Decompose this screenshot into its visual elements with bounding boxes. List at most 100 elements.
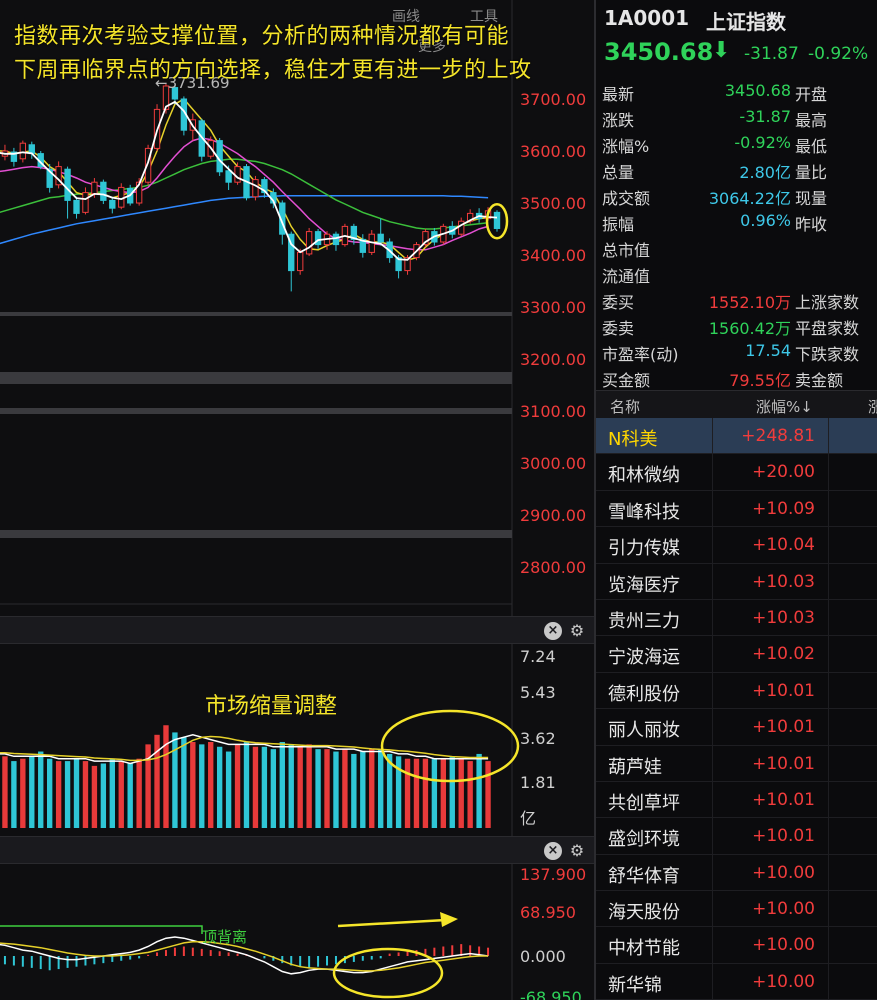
column-divider xyxy=(712,563,713,599)
column-divider xyxy=(828,891,829,927)
column-divider xyxy=(712,636,713,672)
macd-axis-label: 0.000 xyxy=(520,947,566,966)
stat-label-secondary: 开盘 xyxy=(795,85,828,104)
quote-panel: 1A0001 上证指数 3450.68 ⬇ -31.87 -0.92% 最新 34… xyxy=(594,0,877,1000)
stock-name: 丽人丽妆 xyxy=(608,720,680,742)
volume-annotation: 市场缩量调整 xyxy=(205,694,338,719)
column-divider xyxy=(828,745,829,781)
ranking-row[interactable]: 德利股份 +10.01 xyxy=(596,672,877,710)
column-divider xyxy=(828,927,829,963)
column-divider xyxy=(712,709,713,745)
stat-label: 市盈率(动) xyxy=(602,345,679,364)
gear-icon[interactable]: ⚙ xyxy=(568,842,586,860)
candle-body xyxy=(332,233,340,246)
ranking-row[interactable]: 丽人丽妆 +10.01 xyxy=(596,709,877,746)
volume-panel-header: × ⚙ xyxy=(0,616,594,644)
close-icon[interactable]: × xyxy=(544,842,562,860)
down-arrow-icon: ⬇ xyxy=(712,38,731,63)
volume-bar xyxy=(485,761,491,828)
stat-label: 总市值 xyxy=(602,241,651,260)
index-code: 1A0001 xyxy=(604,6,690,30)
ranking-row[interactable]: 盛剑环境 +10.01 xyxy=(596,818,877,855)
volume-bar xyxy=(351,753,357,828)
column-divider xyxy=(828,854,829,891)
column-divider xyxy=(712,854,713,891)
ranking-row[interactable]: 葫芦娃 +10.01 xyxy=(596,745,877,782)
stat-row: 最新 3450.68 开盘 xyxy=(596,78,877,104)
stat-value: 1552.10万 xyxy=(708,293,791,312)
annotation-line-2: 下周再临界点的方向选择，稳住才更有进一步的上攻 xyxy=(14,58,532,83)
ranking-row[interactable]: N科美 +248.81 xyxy=(596,418,877,455)
volume-bar xyxy=(208,741,214,828)
ranking-row[interactable]: 中材节能 +10.00 xyxy=(596,927,877,964)
annotation-line-1: 指数再次考验支撑位置，分析的两种情况都有可能 xyxy=(14,24,510,49)
volume-bar xyxy=(190,741,196,828)
volume-bar xyxy=(252,746,259,828)
stock-change-pct: +10.01 xyxy=(752,717,815,738)
close-icon[interactable]: × xyxy=(544,622,562,640)
col-pct-header[interactable]: 涨幅%↓ xyxy=(756,396,813,417)
price-axis-label: 2800.00 xyxy=(520,558,587,577)
range-separator xyxy=(0,312,512,316)
stock-change-pct: +10.01 xyxy=(752,680,815,701)
stat-label: 最新 xyxy=(602,85,635,104)
candle-body xyxy=(73,199,80,214)
candle-body xyxy=(252,179,259,198)
stat-row: 委买 1552.10万 上涨家数 xyxy=(596,286,877,312)
stock-name: 海天股份 xyxy=(608,902,680,924)
macd-panel-header: × ⚙ xyxy=(0,836,594,864)
ranking-row[interactable]: 雪峰科技 +10.09 xyxy=(596,490,877,528)
ma60-line xyxy=(0,194,489,245)
ranking-row[interactable]: 览海医疗 +10.03 xyxy=(596,563,877,600)
stock-change-pct: +10.02 xyxy=(752,644,815,665)
column-divider xyxy=(828,490,829,527)
volume-bar xyxy=(20,758,26,828)
volume-bar xyxy=(136,758,142,828)
column-divider xyxy=(828,709,829,745)
volume-bar xyxy=(118,761,124,828)
volume-bar xyxy=(324,749,330,828)
col-extra-header[interactable]: 涨 xyxy=(868,396,877,417)
stat-label: 委卖 xyxy=(602,319,635,338)
stock-change-pct: +10.01 xyxy=(752,789,815,810)
column-divider xyxy=(828,527,829,563)
stat-label: 振幅 xyxy=(602,215,635,234)
candle-body xyxy=(64,168,71,201)
stat-row: 涨幅% -0.92% 最低 xyxy=(596,130,877,156)
range-separator xyxy=(0,372,512,384)
column-divider xyxy=(828,818,829,854)
stock-name: 览海医疗 xyxy=(608,574,680,596)
volume-bar xyxy=(91,765,98,828)
column-divider xyxy=(712,781,713,818)
stock-change-pct: +10.00 xyxy=(752,971,815,992)
volume-bar xyxy=(413,758,420,828)
stat-label: 总量 xyxy=(602,163,635,182)
volume-bar xyxy=(306,744,312,828)
ranking-row[interactable]: 和林微纳 +20.00 xyxy=(596,454,877,491)
ranking-row[interactable]: 新华锦 +10.00 xyxy=(596,963,877,1000)
stock-name: 中材节能 xyxy=(608,938,680,960)
column-divider xyxy=(712,927,713,963)
ranking-row[interactable]: 海天股份 +10.00 xyxy=(596,891,877,928)
gear-icon[interactable]: ⚙ xyxy=(568,622,586,640)
col-name-header[interactable]: 名称 xyxy=(610,396,640,417)
kline-chart-area[interactable]: 画线 工具 更多 3700.00 3600.00 3500.00 3400.00… xyxy=(0,0,594,1000)
quote-stats: 最新 3450.68 开盘 涨跌 -31.87 最高 涨幅% -0.92% 最低 总量 2.80亿量… xyxy=(596,78,877,390)
column-divider xyxy=(712,599,713,636)
stat-label: 委买 xyxy=(602,293,635,312)
ranking-row[interactable]: 宁波海运 +10.02 xyxy=(596,636,877,673)
candle-body xyxy=(19,142,27,160)
ranking-row[interactable]: 贵州三力 +10.03 xyxy=(596,599,877,637)
stock-name: 贵州三力 xyxy=(608,610,680,632)
volume-bar xyxy=(64,761,71,828)
ranking-row[interactable]: 引力传媒 +10.04 xyxy=(596,527,877,564)
candle-body xyxy=(118,186,125,208)
volume-axis-label: 7.24 xyxy=(520,647,556,666)
ranking-row[interactable]: 舒华体育 +10.00 xyxy=(596,854,877,892)
price-axis-label: 3100.00 xyxy=(520,402,587,421)
stat-row: 振幅 0.96% 昨收 xyxy=(596,208,877,234)
column-divider xyxy=(712,418,713,454)
column-divider xyxy=(828,418,829,454)
ranking-row[interactable]: 共创草坪 +10.01 xyxy=(596,781,877,819)
stat-value: -31.87 xyxy=(739,107,791,126)
